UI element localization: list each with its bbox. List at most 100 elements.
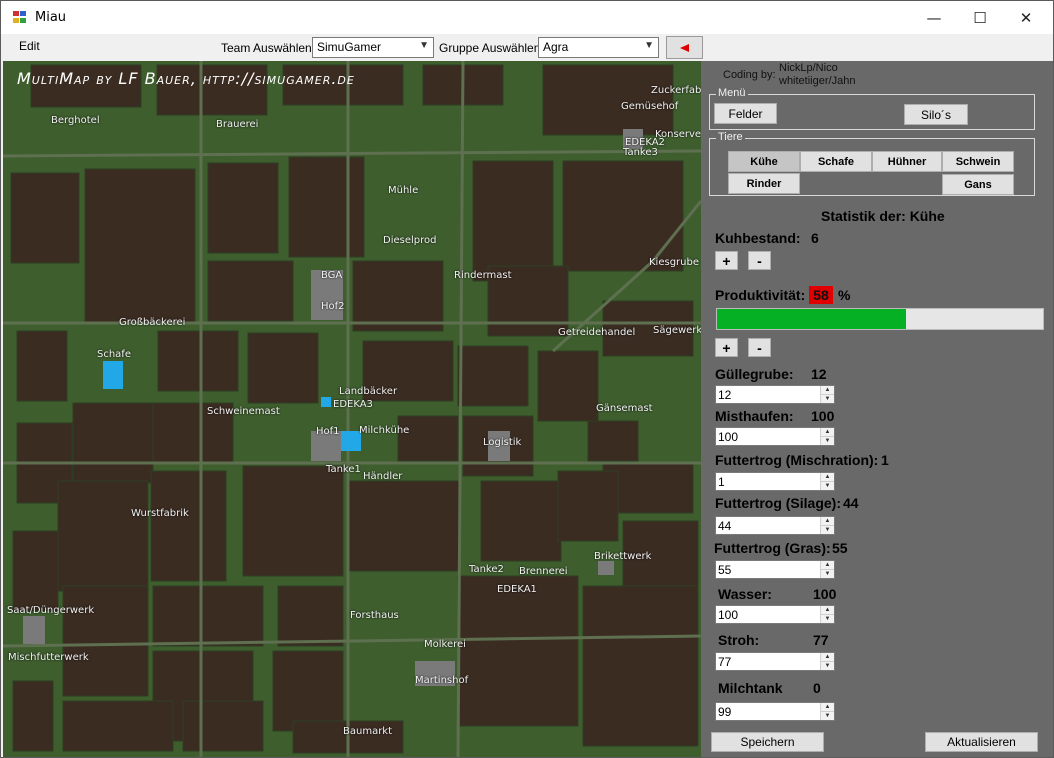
close-icon[interactable]: ✕ <box>1003 1 1049 34</box>
guellegrube-input[interactable]: 12 ▲ ▼ <box>715 385 835 404</box>
arrow-up-icon[interactable]: ▲ <box>821 517 834 525</box>
arrow-down-icon[interactable]: ▼ <box>821 569 834 577</box>
map-label: Schafe <box>97 349 131 360</box>
spinner-arrows[interactable]: ▲ ▼ <box>820 606 834 623</box>
kuhbestand-minus-button[interactable]: - <box>748 251 771 270</box>
arrow-up-icon[interactable]: ▲ <box>821 606 834 614</box>
misthaufen-input[interactable]: 100 ▲ ▼ <box>715 427 835 446</box>
wasser-input-value: 100 <box>718 608 739 622</box>
produktivitaet-badge: 58 <box>809 286 833 304</box>
map-label: Forsthaus <box>350 610 399 621</box>
map-label: Brikettwerk <box>594 551 652 562</box>
chevron-down-icon: ▼ <box>644 40 654 51</box>
team-label: Team Auswählen: <box>221 41 316 55</box>
maximize-icon[interactable]: ☐ <box>957 1 1003 34</box>
map-label: Händler <box>363 471 403 482</box>
gans-button[interactable]: Gans <box>942 174 1014 195</box>
rinder-button[interactable]: Rinder <box>728 173 800 194</box>
kuehe-button[interactable]: Kühe <box>728 151 800 172</box>
arrow-down-icon[interactable]: ▼ <box>821 481 834 489</box>
arrow-up-icon[interactable]: ▲ <box>821 386 834 394</box>
mischration-input[interactable]: 1 ▲ ▼ <box>715 472 835 491</box>
arrow-up-icon[interactable]: ▲ <box>821 473 834 481</box>
arrow-down-icon[interactable]: ▼ <box>821 436 834 444</box>
arrow-left-icon <box>680 43 689 52</box>
kuhbestand-value: 6 <box>811 230 819 246</box>
schafe-button[interactable]: Schafe <box>800 151 872 172</box>
collapse-button[interactable] <box>666 36 703 59</box>
silage-input[interactable]: 44 ▲ ▼ <box>715 516 835 535</box>
app-icon <box>13 11 27 24</box>
arrow-up-icon[interactable]: ▲ <box>821 653 834 661</box>
minimize-icon[interactable]: — <box>911 1 957 34</box>
menu-group-title: Menü <box>716 87 748 99</box>
arrow-up-icon[interactable]: ▲ <box>821 428 834 436</box>
felder-button[interactable]: Felder <box>714 103 777 124</box>
aktualisieren-button[interactable]: Aktualisieren <box>925 732 1038 752</box>
arrow-up-icon[interactable]: ▲ <box>821 703 834 711</box>
chevron-down-icon: ▼ <box>419 40 429 51</box>
misthaufen-label: Misthaufen: <box>715 408 794 424</box>
gras-input[interactable]: 55 ▲ ▼ <box>715 560 835 579</box>
produktivitaet-plus-button[interactable]: + <box>715 338 738 357</box>
map-label: Gänsemast <box>596 403 653 414</box>
arrow-down-icon[interactable]: ▼ <box>821 711 834 719</box>
kuhbestand-label: Kuhbestand: <box>715 230 801 246</box>
map-label: EDEKA3 <box>333 399 373 410</box>
wasser-input[interactable]: 100 ▲ ▼ <box>715 605 835 624</box>
guellegrube-label: Güllegrube: <box>715 366 794 382</box>
map-label: Hof1 <box>316 426 340 437</box>
team-select[interactable]: SimuGamer ▼ <box>312 37 434 58</box>
kuhbestand-plus-button[interactable]: + <box>715 251 738 270</box>
wasser-value: 100 <box>813 586 837 602</box>
map-view[interactable]: MultiMap by LF Bauer, http://simugamer.d… <box>3 61 701 757</box>
map-title: MultiMap by LF Bauer, http://simugamer.d… <box>17 69 355 88</box>
map-label: Gemüsehof <box>621 101 679 112</box>
produktivitaet-progress <box>716 308 1044 330</box>
spinner-arrows[interactable]: ▲ ▼ <box>820 428 834 445</box>
spinner-arrows[interactable]: ▲ ▼ <box>820 561 834 578</box>
arrow-down-icon[interactable]: ▼ <box>821 394 834 402</box>
stroh-value: 77 <box>813 632 829 648</box>
mischration-value: 1 <box>881 452 889 468</box>
map-label: Baumarkt <box>343 726 393 737</box>
map-label: Zuckerfabr <box>651 85 701 96</box>
spinner-arrows[interactable]: ▲ ▼ <box>820 517 834 534</box>
map-label: Mühle <box>388 185 419 196</box>
misthaufen-input-value: 100 <box>718 430 739 444</box>
silos-button[interactable]: Silo´s <box>904 104 968 125</box>
arrow-up-icon[interactable]: ▲ <box>821 561 834 569</box>
spinner-arrows[interactable]: ▲ ▼ <box>820 386 834 403</box>
milchtank-input[interactable]: 99 ▲ ▼ <box>715 702 835 721</box>
map-label: Dieselprod <box>383 235 437 246</box>
tiere-group: Tiere Kühe Schafe Hühner Schwein Rinder … <box>709 131 1035 196</box>
map-label: Mischfutterwerk <box>8 652 89 663</box>
huehner-button[interactable]: Hühner <box>872 151 942 172</box>
map-label: Martinshof <box>415 675 469 686</box>
schwein-button[interactable]: Schwein <box>942 151 1014 172</box>
mischration-label: Futtertrog (Mischration): <box>715 452 879 468</box>
map-label: Saat/Düngerwerk <box>7 605 95 616</box>
misthaufen-value: 100 <box>811 408 835 424</box>
spinner-arrows[interactable]: ▲ ▼ <box>820 473 834 490</box>
toolbar: Edit Team Auswählen: SimuGamer ▼ Gruppe … <box>1 34 1053 61</box>
arrow-down-icon[interactable]: ▼ <box>821 614 834 622</box>
spinner-arrows[interactable]: ▲ ▼ <box>820 653 834 670</box>
menu-edit[interactable]: Edit <box>19 39 40 53</box>
stroh-input[interactable]: 77 ▲ ▼ <box>715 652 835 671</box>
map-label: Molkerei <box>424 639 466 650</box>
arrow-down-icon[interactable]: ▼ <box>821 525 834 533</box>
speichern-button[interactable]: Speichern <box>711 732 824 752</box>
produktivitaet-minus-button[interactable]: - <box>748 338 771 357</box>
map-label: Schweinemast <box>207 406 280 417</box>
window-title: Miau <box>35 10 67 25</box>
silage-input-value: 44 <box>718 519 732 533</box>
spinner-arrows[interactable]: ▲ ▼ <box>820 703 834 720</box>
map-label: Tanke1 <box>326 464 361 475</box>
guellegrube-value: 12 <box>811 366 827 382</box>
milchtank-label: Milchtank <box>718 680 783 696</box>
group-select[interactable]: Agra ▼ <box>538 37 659 58</box>
gras-input-value: 55 <box>718 563 732 577</box>
stats-panel: Coding by: NickLp/Nico whitetiiger/Jahn … <box>701 61 1053 757</box>
arrow-down-icon[interactable]: ▼ <box>821 661 834 669</box>
